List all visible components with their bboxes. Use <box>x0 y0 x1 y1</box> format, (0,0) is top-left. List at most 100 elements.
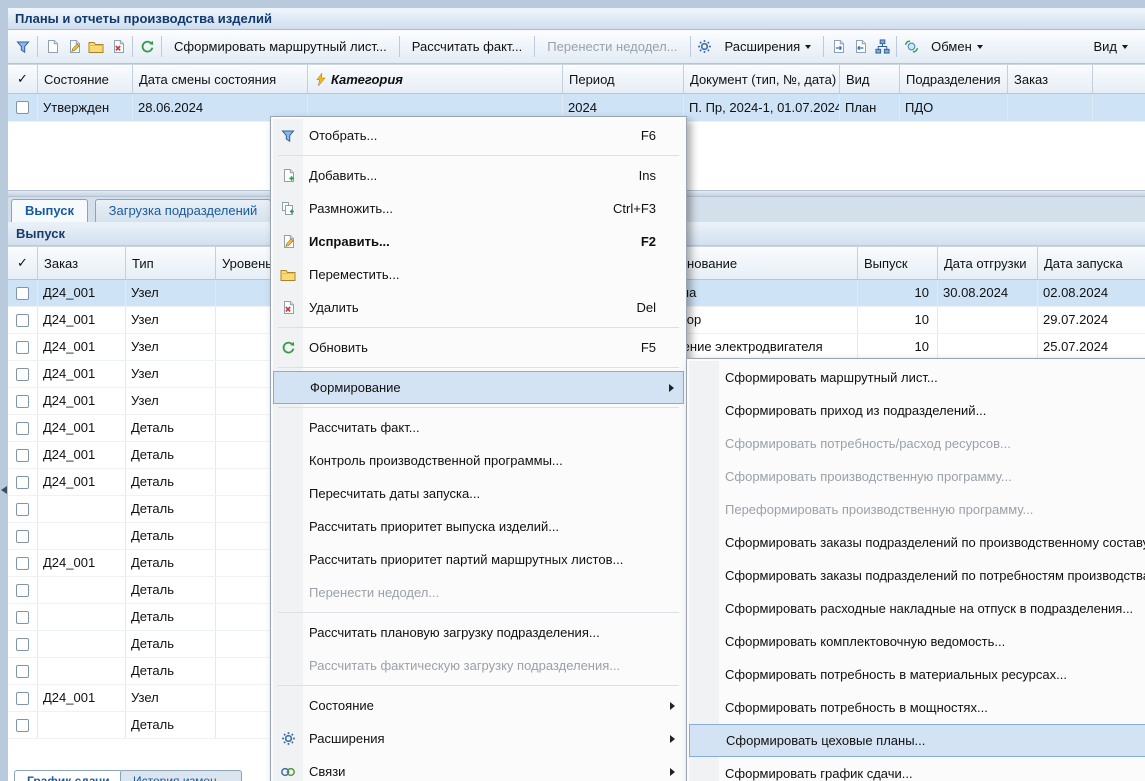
menu-item[interactable]: Сформировать расходные накладные на отпу… <box>689 592 1145 625</box>
menu-item[interactable]: Состояние <box>273 689 684 722</box>
menu-item[interactable]: Размножить...Ctrl+F3 <box>273 192 684 225</box>
row-checkbox[interactable] <box>16 449 29 462</box>
menu-item[interactable]: Рассчитать приоритет выпуска изделий... <box>273 510 684 543</box>
row-checkbox[interactable] <box>16 368 29 381</box>
column-header-order[interactable]: Заказ <box>38 247 126 280</box>
menu-item[interactable]: Пересчитать даты запуска... <box>273 477 684 510</box>
row-checkbox[interactable] <box>16 422 29 435</box>
column-header-department[interactable]: Подразделения <box>900 65 1008 94</box>
menu-item[interactable]: Рассчитать плановую загрузку подразделен… <box>273 616 684 649</box>
toolbar: Сформировать маршрутный лист... Рассчита… <box>8 30 1145 64</box>
menu-item-label: Контроль производственной программы... <box>303 453 563 468</box>
menu-item[interactable]: Переместить... <box>273 258 684 291</box>
gear-icon <box>273 731 303 746</box>
menu-item[interactable]: Рассчитать приоритет партий маршрутных л… <box>273 543 684 576</box>
row-checkbox[interactable] <box>16 692 29 705</box>
row-checkbox[interactable] <box>16 557 29 570</box>
import-icon[interactable] <box>849 36 871 58</box>
check-column-header[interactable]: ✓ <box>8 65 38 94</box>
column-header-output[interactable]: Выпуск <box>858 247 938 280</box>
tab-zagruzka-podrazdelenij[interactable]: Загрузка подразделений <box>95 199 272 222</box>
table-cell <box>8 415 38 441</box>
menu-separator <box>278 155 679 156</box>
row-checkbox[interactable] <box>16 584 29 597</box>
tab-istoriya-izmenenij[interactable]: История изменений <box>120 770 242 781</box>
export-icon[interactable] <box>827 36 849 58</box>
menu-item[interactable]: Сформировать комплектовочную ведомость..… <box>689 625 1145 658</box>
check-column-header[interactable]: ✓ <box>8 247 38 280</box>
menu-item[interactable]: Сформировать потребность в мощностях... <box>689 691 1145 724</box>
menu-item[interactable]: Связи <box>273 755 684 781</box>
column-header-state[interactable]: Состояние <box>38 65 133 94</box>
row-checkbox[interactable] <box>16 395 29 408</box>
tab-vypusk[interactable]: Выпуск <box>11 199 88 222</box>
calculate-fact-button[interactable]: Рассчитать факт... <box>403 35 532 58</box>
table-cell: 02.08.2024 <box>1038 280 1145 306</box>
menu-item[interactable]: Сформировать потребность в материальных … <box>689 658 1145 691</box>
table-cell: Д24_001 <box>38 442 126 468</box>
row-checkbox[interactable] <box>16 101 29 114</box>
refresh-icon[interactable] <box>136 36 158 58</box>
menu-separator <box>278 327 679 328</box>
menu-item[interactable]: Отобрать...F6 <box>273 119 684 152</box>
column-header-kind[interactable]: Вид <box>840 65 900 94</box>
column-header-order[interactable]: Заказ <box>1008 65 1093 94</box>
row-checkbox[interactable] <box>16 287 29 300</box>
menu-item-label: Переместить... <box>303 267 399 282</box>
menu-item[interactable]: Сформировать заказы подразделений по про… <box>689 526 1145 559</box>
table-cell: Деталь <box>126 415 216 441</box>
menu-item[interactable]: ОбновитьF5 <box>273 331 684 364</box>
menu-item[interactable]: УдалитьDel <box>273 291 684 324</box>
menu-item[interactable]: Сформировать маршрутный лист... <box>689 361 1145 394</box>
column-header-period[interactable]: Период <box>563 65 684 94</box>
menu-item[interactable]: Контроль производственной программы... <box>273 444 684 477</box>
carry-backlog-button: Перенести недодел... <box>538 35 686 58</box>
row-checkbox[interactable] <box>16 719 29 732</box>
row-checkbox[interactable] <box>16 530 29 543</box>
column-header-category[interactable]: Категория <box>308 65 563 94</box>
menu-item[interactable]: Сформировать приход из подразделений... <box>689 394 1145 427</box>
column-header-type[interactable]: Тип <box>126 247 216 280</box>
row-checkbox[interactable] <box>16 341 29 354</box>
hierarchy-icon[interactable] <box>871 36 893 58</box>
delete-document-icon[interactable] <box>107 36 129 58</box>
extensions-button[interactable]: Расширения <box>716 35 821 58</box>
column-header-document[interactable]: Документ (тип, №, дата) <box>684 65 840 94</box>
menu-item[interactable]: Исправить...F2 <box>273 225 684 258</box>
row-checkbox[interactable] <box>16 665 29 678</box>
menu-item[interactable]: Сформировать заказы подразделений по пот… <box>689 559 1145 592</box>
menu-item[interactable]: Расширения <box>273 722 684 755</box>
menu-item-label: Сформировать маршрутный лист... <box>719 370 938 385</box>
row-checkbox[interactable] <box>16 611 29 624</box>
menu-item[interactable]: Сформировать график сдачи... <box>689 757 1145 781</box>
tab-grafik-sdachi[interactable]: График сдачи <box>14 770 123 781</box>
table-cell: Узел <box>126 361 216 387</box>
splitter-collapse-arrow[interactable] <box>1 486 7 494</box>
view-button[interactable]: Вид <box>1084 35 1137 58</box>
format-route-sheet-button[interactable]: Сформировать маршрутный лист... <box>165 35 396 58</box>
row-checkbox[interactable] <box>16 476 29 489</box>
menu-item[interactable]: Добавить...Ins <box>273 159 684 192</box>
menu-item-label: Отобрать... <box>303 128 377 143</box>
menu-item: Перенести недодел... <box>273 576 684 609</box>
menu-item-label: Связи <box>303 764 345 779</box>
column-header-ship-date[interactable]: Дата отгрузки <box>938 247 1038 280</box>
links-icon <box>273 766 303 778</box>
menu-item[interactable]: Рассчитать факт... <box>273 411 684 444</box>
column-header-launch-date[interactable]: Дата запуска <box>1038 247 1145 280</box>
row-checkbox[interactable] <box>16 503 29 516</box>
new-document-icon[interactable] <box>41 36 63 58</box>
filter-icon[interactable] <box>12 36 34 58</box>
menu-item[interactable]: Сформировать цеховые планы... <box>689 724 1145 757</box>
menu-shortcut: Del <box>618 300 678 315</box>
move-document-icon[interactable] <box>85 36 107 58</box>
menu-item: Переформировать производственную програм… <box>689 493 1145 526</box>
column-header-state-date[interactable]: Дата смены состояния <box>133 65 308 94</box>
menu-separator <box>278 367 679 368</box>
row-checkbox[interactable] <box>16 314 29 327</box>
menu-item[interactable]: Формирование <box>273 371 684 404</box>
row-checkbox[interactable] <box>16 638 29 651</box>
table-cell: 10 <box>858 280 938 306</box>
edit-document-icon[interactable] <box>63 36 85 58</box>
exchange-button[interactable]: Обмен <box>922 35 992 58</box>
